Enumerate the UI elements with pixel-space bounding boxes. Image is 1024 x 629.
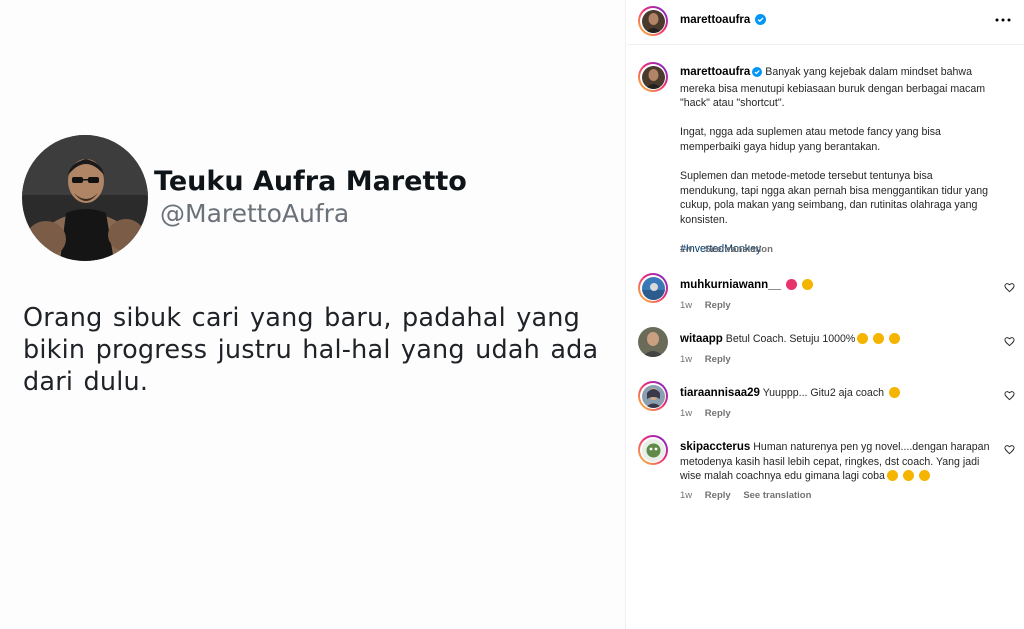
comment-text: Betul Coach. Setuju 1000%: [725, 333, 856, 345]
post-side-panel: marettoaufra marettoaufra Banyak yang ke…: [627, 0, 1024, 629]
tweet-text: Orang sibuk cari yang baru, padahal yang…: [23, 303, 599, 397]
reply-button[interactable]: Reply: [705, 300, 731, 311]
comment-time: 1w: [680, 490, 693, 501]
tweet-author-avatar: [22, 135, 148, 261]
caption-meta: 1w See translation: [680, 244, 783, 255]
caption-author-username[interactable]: marettoaufra: [680, 66, 750, 78]
post-header: marettoaufra: [627, 0, 1024, 45]
caption-text: marettoaufra Banyak yang kejebak dalam m…: [680, 65, 990, 257]
comment-username[interactable]: witaapp: [680, 333, 723, 345]
comment-username[interactable]: muhkurniawann__: [680, 279, 781, 291]
comment-time: 1w: [680, 354, 693, 365]
ok-hand-emoji-icon: [873, 333, 885, 344]
laughing-emoji-icon: [888, 387, 900, 398]
comment-time: 1w: [680, 408, 693, 419]
commenter-avatar[interactable]: [638, 327, 668, 357]
tears-of-joy-emoji-icon: [918, 470, 930, 482]
post-author-username[interactable]: marettoaufra: [680, 14, 750, 26]
like-comment-heart-icon[interactable]: [1004, 444, 1015, 455]
raising-hands-emoji-icon: [857, 333, 869, 344]
clap-emoji-icon: [801, 279, 813, 290]
commenter-avatar[interactable]: [638, 381, 668, 411]
commenter-avatar[interactable]: [638, 435, 668, 465]
caption-time: 1w: [680, 244, 693, 255]
more-options-icon[interactable]: [992, 11, 1014, 29]
ok-hand-emoji-icon: [889, 333, 901, 344]
reply-button[interactable]: Reply: [705, 408, 731, 419]
comment-text: Yuuppp... Gitu2 aja coach: [762, 387, 885, 399]
verified-badge-icon: [755, 14, 767, 28]
verified-badge-icon: [752, 67, 763, 82]
caption-paragraph: Ingat, ngga ada suplemen atau metode fan…: [680, 126, 941, 153]
like-comment-heart-icon[interactable]: [1004, 390, 1015, 401]
post-author-avatar[interactable]: [638, 6, 668, 36]
reply-button[interactable]: Reply: [705, 490, 731, 501]
reply-button[interactable]: Reply: [705, 354, 731, 365]
like-comment-heart-icon[interactable]: [1004, 336, 1015, 347]
tears-of-joy-emoji-icon: [886, 470, 898, 482]
caption-paragraph: Suplemen dan metode-metode tersebut tent…: [680, 170, 989, 226]
post-media[interactable]: Teuku Aufra Maretto @MarettoAufra Orang …: [0, 0, 626, 629]
like-comment-heart-icon[interactable]: [1004, 282, 1015, 293]
caption-author-avatar[interactable]: [638, 62, 668, 92]
see-translation-button[interactable]: See translation: [743, 490, 811, 501]
see-translation-button[interactable]: See translation: [705, 244, 773, 255]
hundred-emoji-icon: [785, 279, 797, 290]
tweet-author-handle: @MarettoAufra: [160, 199, 350, 228]
tears-of-joy-emoji-icon: [902, 470, 914, 482]
tweet-author-name: Teuku Aufra Maretto: [154, 166, 467, 197]
commenter-avatar[interactable]: [638, 273, 668, 303]
comment-username[interactable]: tiaraannisaa29: [680, 387, 760, 399]
comment-time: 1w: [680, 300, 693, 311]
comment-username[interactable]: skipaccterus: [680, 441, 750, 453]
